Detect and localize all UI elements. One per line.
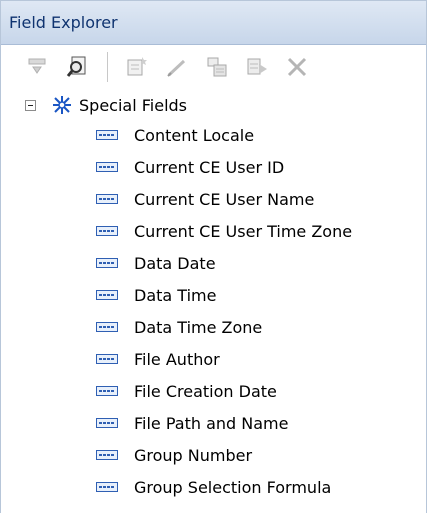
toolbar <box>1 45 426 89</box>
insert-to-report-button[interactable] <box>21 51 55 83</box>
browse-data-icon <box>66 56 86 77</box>
collapse-icon[interactable] <box>25 99 36 111</box>
rename-field-button[interactable] <box>240 51 274 83</box>
tree-root-label: Special Fields <box>79 95 187 115</box>
field-icon <box>96 290 118 300</box>
duplicate-field-button[interactable] <box>200 51 234 83</box>
tree-item-label: Current CE User Time Zone <box>134 221 353 241</box>
tree-item-label: Group Number <box>134 445 253 465</box>
field-icon <box>96 322 118 332</box>
delete-button[interactable] <box>280 51 314 83</box>
tree-item[interactable]: File Path and Name <box>1 407 426 439</box>
toolbar-separator <box>107 52 108 82</box>
special-fields-icon <box>53 96 71 114</box>
field-icon <box>96 482 118 492</box>
tree-item-label: Group Selection Formula <box>134 477 332 497</box>
field-icon <box>96 194 118 204</box>
browse-data-button[interactable] <box>61 51 95 83</box>
tree-item-label: Current CE User Name <box>134 189 315 209</box>
tree-item[interactable]: Group Number <box>1 439 426 471</box>
duplicate-field-icon <box>207 57 227 77</box>
tree-item-label: Data Date <box>134 253 216 273</box>
field-icon <box>96 258 118 268</box>
panel-titlebar: Field Explorer <box>1 1 426 45</box>
tree-item-label: Content Locale <box>134 125 255 145</box>
new-field-button[interactable] <box>120 51 154 83</box>
rename-field-icon <box>247 58 267 75</box>
panel-title: Field Explorer <box>9 13 118 32</box>
field-tree: Special Fields Content Locale Current CE … <box>1 89 426 503</box>
delete-icon <box>287 57 307 77</box>
field-icon <box>96 226 118 236</box>
tree-item[interactable]: Data Time Zone <box>1 311 426 343</box>
field-icon <box>96 162 118 172</box>
tree-item-label: Current CE User ID <box>134 157 285 177</box>
tree-item-label: Data Time <box>134 285 217 305</box>
tree-item[interactable]: Current CE User Name <box>1 183 426 215</box>
insert-to-report-icon <box>28 58 46 74</box>
field-icon <box>96 386 118 396</box>
tree-item[interactable]: Group Selection Formula <box>1 471 426 503</box>
field-icon <box>96 450 118 460</box>
tree-item[interactable]: File Creation Date <box>1 375 426 407</box>
tree-item[interactable]: Content Locale <box>1 119 426 151</box>
tree-item-label: File Author <box>134 349 220 369</box>
new-field-icon <box>127 57 147 76</box>
tree-item[interactable]: Current CE User Time Zone <box>1 215 426 247</box>
field-explorer-panel: Field Explorer Special Fields Content Lo… <box>0 0 427 513</box>
field-icon <box>96 418 118 428</box>
tree-item-label: File Path and Name <box>134 413 289 433</box>
tree-item[interactable]: Data Time <box>1 279 426 311</box>
tree-item[interactable]: File Author <box>1 343 426 375</box>
tree-item[interactable]: Data Date <box>1 247 426 279</box>
field-icon <box>96 130 118 140</box>
tree-item[interactable]: Current CE User ID <box>1 151 426 183</box>
tree-node-special-fields[interactable]: Special Fields <box>1 91 426 119</box>
edit-field-icon <box>167 59 186 77</box>
edit-field-button[interactable] <box>160 51 194 83</box>
tree-item-label: Data Time Zone <box>134 317 263 337</box>
field-icon <box>96 354 118 364</box>
tree-item-label: File Creation Date <box>134 381 277 401</box>
